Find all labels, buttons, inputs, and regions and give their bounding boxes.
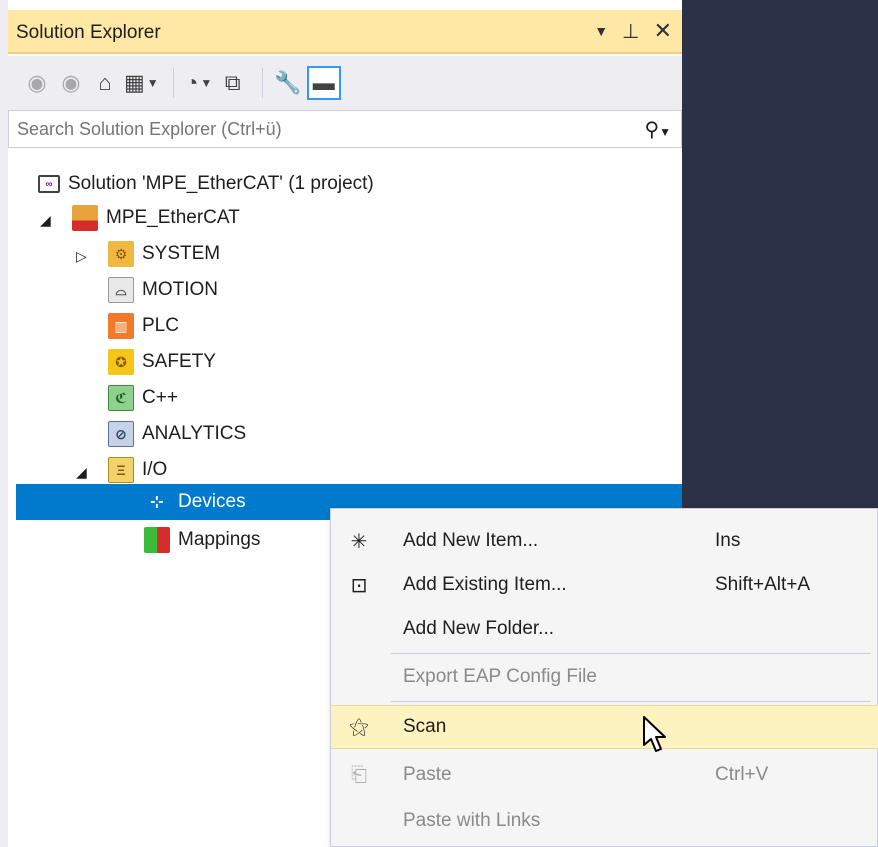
tree-item-project[interactable]: MPE_EtherCAT [72,200,240,236]
tree-item-label: Solution 'MPE_EtherCAT' (1 project) [68,173,374,194]
mouse-cursor-icon [643,716,666,752]
devices-icon: ⊹ [150,494,164,511]
tree-item-label: SYSTEM [142,243,221,264]
collapse-all-icon[interactable]: ⧉ [218,65,248,101]
add-new-item-icon: ✳ [350,530,368,553]
home-icon[interactable]: ⌂ [90,65,120,101]
mappings-icon [144,527,170,553]
tree-item-plc[interactable]: ▥ PLC [108,308,179,344]
menu-item-export-eap-config: Export EAP Config File [403,666,597,687]
add-existing-item-icon: ⊡ [350,574,368,597]
tree-item-label: Mappings [178,529,261,550]
preview-selected-icon[interactable]: ▬ [306,66,341,100]
tree-item-label: C++ [142,387,178,408]
menu-item-scan[interactable]: ⚝ Scan [331,705,878,749]
pin-icon[interactable]: ⊥ [622,19,639,44]
paste-icon: ⎗ [351,763,367,786]
plc-icon: ▥ [108,313,134,339]
dropdown-arrow-icon[interactable]: ▼ [594,23,608,39]
switch-views-icon[interactable]: ▦ ▼ [124,65,159,101]
tree-item-solution[interactable]: ∞ Solution 'MPE_EtherCAT' (1 project) [38,166,374,202]
magic-wand-icon: ⚝ [349,715,369,738]
solution-explorer-toolbar: ◉ ◉ ⌂ ▦ ▼ ◔ ▼ ⧉ 🔧 ▬ [8,56,682,110]
tree-item-label: MOTION [142,279,218,300]
cpp-icon: ℭ [108,385,134,411]
tree-item-mappings[interactable]: Mappings [144,522,260,558]
properties-icon[interactable]: 🔧 [273,65,303,101]
expand-arrow-icon[interactable]: ▷ [76,248,87,265]
motion-icon: ⌓ [108,277,134,303]
analytics-icon: ⊘ [108,421,134,447]
tree-item-analytics[interactable]: ⊘ ANALYTICS [108,416,246,452]
search-icon[interactable]: ⚲▼ [644,117,671,142]
solution-icon: ∞ [38,175,60,193]
menu-item-add-new-item[interactable]: ✳ Add New Item... Ins [331,519,878,563]
search-box[interactable]: ⚲▼ [8,110,682,148]
menu-item-add-new-folder[interactable]: Add New Folder... [331,607,878,651]
io-icon: Ξ [108,457,134,483]
pending-changes-filter-icon[interactable]: ◔ ▼ [184,65,214,101]
panel-title: Solution Explorer [16,22,161,43]
safety-icon: ✪ [108,349,134,375]
tree-item-label: MPE_EtherCAT [106,207,240,228]
tree-item-io[interactable]: Ξ I/O [108,452,167,488]
tree-item-safety[interactable]: ✪ SAFETY [108,344,216,380]
toolbar-separator [261,68,263,98]
collapse-arrow-icon[interactable]: ◢ [76,464,87,481]
forward-icon[interactable]: ◉ [56,65,86,101]
project-icon [72,205,98,231]
menu-item-paste-with-links: Paste with Links [403,810,541,831]
tree-item-system[interactable]: ⚙ SYSTEM [108,236,220,272]
menu-separator [391,653,871,654]
tree-item-label: ANALYTICS [142,423,247,444]
system-icon: ⚙ [108,241,134,267]
collapse-arrow-icon[interactable]: ◢ [40,212,51,229]
tree-item-label: PLC [142,315,179,336]
menu-item-add-existing-item[interactable]: ⊡ Add Existing Item... Shift+Alt+A [331,563,878,607]
context-menu: ✳ Add New Item... Ins ⊡ Add Existing Ite… [330,508,878,847]
menu-item-paste: ⎗ Paste Ctrl+V [331,753,878,797]
menu-separator [391,701,871,702]
tree-item-cpp[interactable]: ℭ C++ [108,380,178,416]
panel-title-bar: Solution Explorer ▼ ⊥ ✕ [8,10,682,54]
back-icon[interactable]: ◉ [22,65,52,101]
toolbar-separator [172,68,174,98]
tree-item-label: Devices [178,491,246,512]
tree-item-label: I/O [142,459,168,480]
search-input[interactable] [15,111,615,147]
close-icon[interactable]: ✕ [654,18,672,44]
tree-item-label: SAFETY [142,351,216,372]
tree-item-motion[interactable]: ⌓ MOTION [108,272,218,308]
